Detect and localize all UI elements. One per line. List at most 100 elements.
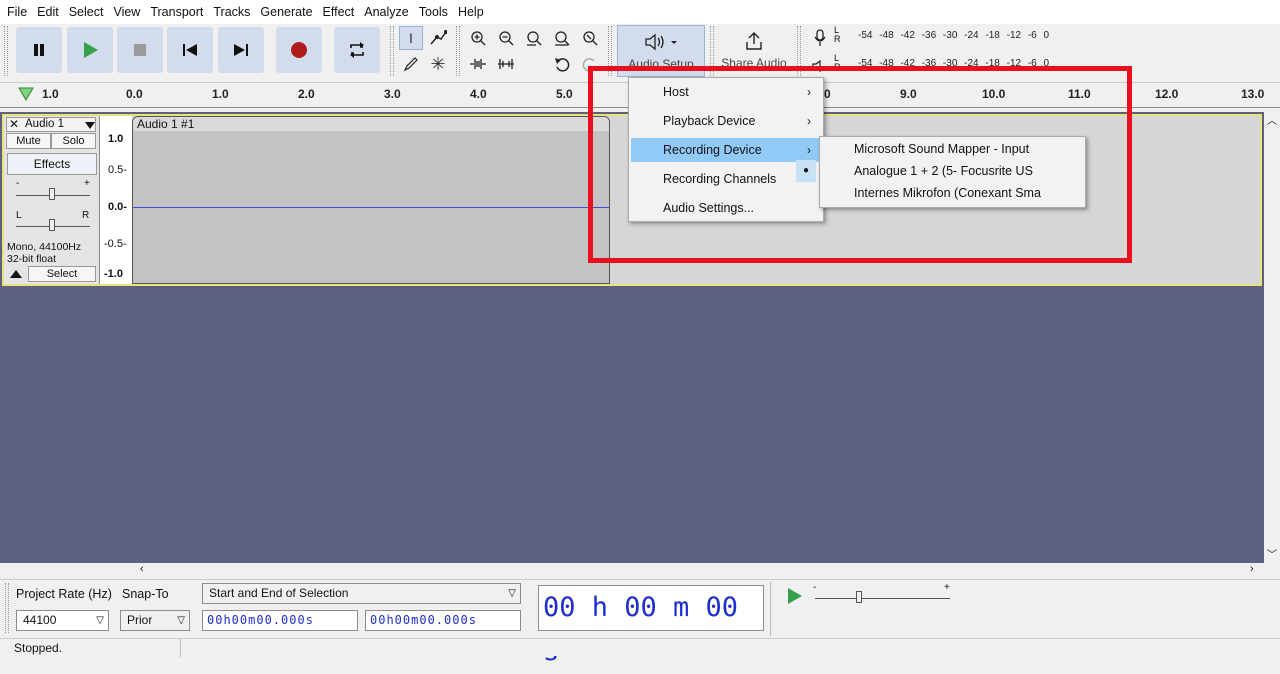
scale-label: 0.0-: [108, 201, 127, 213]
vertical-scrollbar[interactable]: ︿ ﹀: [1264, 112, 1280, 563]
toolbar-divider: [770, 582, 771, 636]
gain-slider[interactable]: [49, 188, 55, 200]
play-button[interactable]: [67, 27, 113, 73]
menu-item-label: Audio Settings...: [663, 201, 755, 215]
play-speed-slider[interactable]: [856, 591, 862, 603]
track-bottom-border: [610, 284, 1262, 286]
ruler-tick: 3.0: [384, 87, 401, 101]
track-close-icon[interactable]: ✕: [9, 117, 19, 131]
chevron-right-icon: ›: [807, 85, 811, 99]
menu-transport[interactable]: Transport: [145, 5, 208, 19]
menu-item-recording-channels[interactable]: Recording Channels ›: [631, 167, 821, 191]
loop-button[interactable]: [334, 27, 380, 73]
skip-to-end-button[interactable]: [218, 27, 264, 73]
mute-button[interactable]: Mute: [6, 133, 51, 149]
amplitude-scale[interactable]: 1.0 0.5- 0.0- -0.5- -1.0: [100, 116, 132, 284]
pause-button[interactable]: [16, 27, 62, 73]
gain-minus-label: -: [16, 178, 20, 189]
record-button[interactable]: [276, 27, 322, 73]
zoom-in-icon[interactable]: [466, 26, 490, 50]
scroll-left-icon[interactable]: ‹: [140, 563, 144, 575]
project-rate-select[interactable]: 44100 ▽: [16, 610, 109, 631]
menu-effect[interactable]: Effect: [318, 5, 360, 19]
selection-toolbar: Project Rate (Hz) 44100 ▽ Snap-To Prior …: [0, 579, 1280, 667]
microphone-icon[interactable]: [808, 26, 832, 50]
menu-file[interactable]: File: [2, 5, 32, 19]
scale-label: 1.0: [108, 133, 124, 145]
menu-item-label: Recording Device: [663, 143, 762, 157]
play-at-speed-icon[interactable]: [786, 587, 804, 605]
play-head-icon[interactable]: [18, 87, 34, 101]
select-track-button[interactable]: Select: [28, 266, 96, 282]
submenu-item-device[interactable]: Microsoft Sound Mapper - Input: [822, 138, 1083, 160]
menu-analyze[interactable]: Analyze: [359, 5, 413, 19]
envelope-tool-icon[interactable]: [426, 26, 450, 50]
draw-tool-icon[interactable]: [399, 52, 423, 76]
selection-tool-icon[interactable]: I: [399, 26, 423, 50]
track-control-panel: ✕ Audio 1 Mute Solo Effects - + L R Mono…: [4, 116, 100, 284]
track-name[interactable]: Audio 1: [25, 118, 64, 130]
toolbar-grip[interactable]: [4, 26, 8, 76]
selection-start-time[interactable]: 00h00m00.000s: [202, 610, 358, 631]
selected-bullet-icon: ●: [796, 160, 816, 182]
menu-item-host[interactable]: Host ›: [631, 80, 821, 104]
stop-button[interactable]: [117, 27, 163, 73]
loop-icon: [350, 42, 364, 58]
pause-icon: [34, 44, 44, 56]
horizontal-scrollbar[interactable]: ‹ ›: [0, 563, 1264, 579]
menu-help[interactable]: Help: [453, 5, 489, 19]
ruler-tick: 4.0: [470, 87, 487, 101]
collapse-track-icon[interactable]: [10, 270, 22, 278]
snap-to-select[interactable]: Prior ▽: [120, 610, 190, 631]
menu-edit[interactable]: Edit: [32, 5, 64, 19]
selection-end-time[interactable]: 00h00m00.000s: [365, 610, 521, 631]
pan-slider[interactable]: [49, 219, 55, 231]
ruler-left-label: 1.0: [42, 87, 59, 101]
undo-icon[interactable]: [550, 52, 574, 76]
menu-select[interactable]: Select: [64, 5, 109, 19]
effects-button[interactable]: Effects: [7, 153, 97, 175]
skip-to-start-button[interactable]: [167, 27, 213, 73]
audio-clip[interactable]: Audio 1 #1: [132, 116, 610, 284]
zoom-toggle-icon[interactable]: [578, 26, 602, 50]
menu-item-label: Host: [663, 85, 689, 99]
ruler-tick: 5.0: [556, 87, 573, 101]
menu-item-playback-device[interactable]: Playback Device ›: [631, 109, 821, 133]
submenu-item-device[interactable]: Internes Mikrofon (Conexant Sma: [822, 182, 1083, 204]
fit-selection-icon[interactable]: [522, 26, 546, 50]
scroll-down-icon[interactable]: ﹀: [1267, 546, 1277, 561]
ruler-tick: 13.0: [1241, 87, 1265, 101]
track-name-bar[interactable]: ✕ Audio 1: [6, 117, 96, 132]
waveform-line: [133, 207, 609, 208]
selection-mode-value: Start and End of Selection: [209, 586, 349, 600]
project-rate-label: Project Rate (Hz): [16, 587, 112, 601]
menu-item-label: Playback Device: [663, 114, 756, 128]
track-menu-dropdown-icon[interactable]: [85, 122, 95, 129]
menu-tools[interactable]: Tools: [414, 5, 453, 19]
zoom-out-icon[interactable]: [494, 26, 518, 50]
recording-meter-scale[interactable]: -54 -48 -42 -36 -30 -24 -18 -12 -6 0: [858, 30, 1049, 41]
menu-item-audio-settings[interactable]: Audio Settings...: [631, 196, 821, 220]
silence-audio-icon[interactable]: [494, 52, 518, 76]
submenu-item-device[interactable]: ● Analogue 1 + 2 (5- Focusrite US: [796, 160, 1083, 182]
multi-tool-icon[interactable]: ✳: [426, 52, 450, 76]
submenu-item-label: Analogue 1 + 2 (5- Focusrite US: [854, 164, 1033, 178]
toolbar-grip[interactable]: [456, 26, 460, 76]
menu-view[interactable]: View: [108, 5, 145, 19]
solo-button[interactable]: Solo: [51, 133, 96, 149]
toolbar-grip[interactable]: [390, 26, 394, 76]
time-display[interactable]: 00 h 00 m 00 s: [538, 585, 764, 667]
pan-left-label: L: [16, 210, 22, 221]
scroll-right-icon[interactable]: ›: [1250, 563, 1254, 575]
clip-title-bar[interactable]: Audio 1 #1: [133, 117, 609, 131]
menu-generate[interactable]: Generate: [255, 5, 317, 19]
menu-item-recording-device[interactable]: Recording Device ›: [631, 138, 821, 162]
fit-project-icon[interactable]: [550, 26, 574, 50]
clip-name: Audio 1 #1: [137, 117, 195, 131]
stop-icon: [134, 44, 146, 56]
toolbar-grip[interactable]: [5, 583, 9, 633]
scroll-up-icon[interactable]: ︿: [1267, 112, 1277, 127]
selection-mode-select[interactable]: Start and End of Selection ▽: [202, 583, 521, 604]
trim-audio-icon[interactable]: [466, 52, 490, 76]
menu-tracks[interactable]: Tracks: [208, 5, 255, 19]
